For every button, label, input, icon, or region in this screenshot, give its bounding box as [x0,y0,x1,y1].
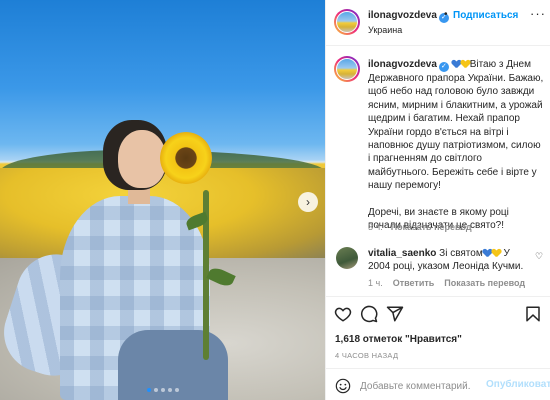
post-photo[interactable]: › [0,0,325,400]
carousel-dot [160,388,165,392]
yellow-heart-icon [492,249,501,257]
post-side-panel: ilonagvozdeva ✓ • Подписаться ··· Украина… [325,0,550,400]
caption-timestamp[interactable]: 3 ч. [368,222,383,232]
follow-button[interactable]: Подписаться [453,10,518,21]
carousel-indicator [0,388,325,392]
sunflower-head [154,126,218,190]
post-actions: 1,618 отметок "Нравится" 4 ЧАСОВ НАЗАД [326,296,550,366]
carousel-dot [167,388,172,392]
likes-count[interactable]: 1,618 отметок "Нравится" [335,334,462,345]
comment-reply-button[interactable]: Ответить [393,278,435,288]
comment-meta: 1 ч. Ответить Показать перевод [368,278,535,288]
post-caption: ilonagvozdeva ✓ Вітаю з Днем Державного п… [326,46,550,278]
paper-plane-icon[interactable] [386,305,404,323]
carousel-dot [146,388,151,392]
heart-icon[interactable] [334,305,352,323]
comment-icon[interactable] [360,305,378,323]
avatar[interactable] [334,9,360,35]
chevron-right-icon: › [306,195,310,209]
comment-like-heart-icon[interactable]: ♡ [535,251,543,262]
username-link[interactable]: ilonagvozdeva [368,10,437,21]
caption-translate-link[interactable]: Показать перевод [391,222,472,232]
post-time-ago[interactable]: 4 ЧАСОВ НАЗАД [335,351,398,360]
photo-person-face [118,130,166,188]
publish-button[interactable]: Опубликовать [486,379,550,390]
caption-text: ilonagvozdeva ✓ Вітаю з Днем Державного п… [368,58,544,232]
add-comment-bar: Опубликовать [326,368,550,400]
comment-translate-link[interactable]: Показать перевод [444,278,525,288]
comment-item: vitalia_saenko Зі святом У 2004 році, ук… [326,245,550,295]
comment-text: vitalia_saenko Зі святом У 2004 році, ук… [368,247,528,274]
smiley-icon[interactable] [335,378,351,394]
bookmark-icon[interactable] [524,305,542,323]
location-link[interactable]: Украина [368,25,402,35]
caption-meta: 3 ч. Показать перевод [368,222,472,232]
verified-badge-icon: ✓ [438,62,449,72]
yellow-heart-icon [461,60,470,68]
comment-body-start: Зі святом [439,248,483,259]
separator-dot: • [444,9,448,20]
carousel-dot [153,388,158,392]
header-user-block: ilonagvozdeva ✓ [368,10,449,23]
more-options-icon[interactable]: ··· [530,6,546,21]
post-header: ilonagvozdeva ✓ • Подписаться ··· Украина [326,0,550,46]
carousel-next-button[interactable]: › [298,192,318,212]
comment-input[interactable] [360,378,470,394]
avatar[interactable] [336,247,358,269]
caption-body: Вітаю з Днем Державного прапора України.… [368,59,544,192]
comment-username-link[interactable]: vitalia_saenko [368,248,436,259]
caption-username-link[interactable]: ilonagvozdeva [368,59,437,70]
carousel-dot [174,388,179,392]
comment-timestamp[interactable]: 1 ч. [368,278,383,288]
avatar[interactable] [334,56,360,82]
